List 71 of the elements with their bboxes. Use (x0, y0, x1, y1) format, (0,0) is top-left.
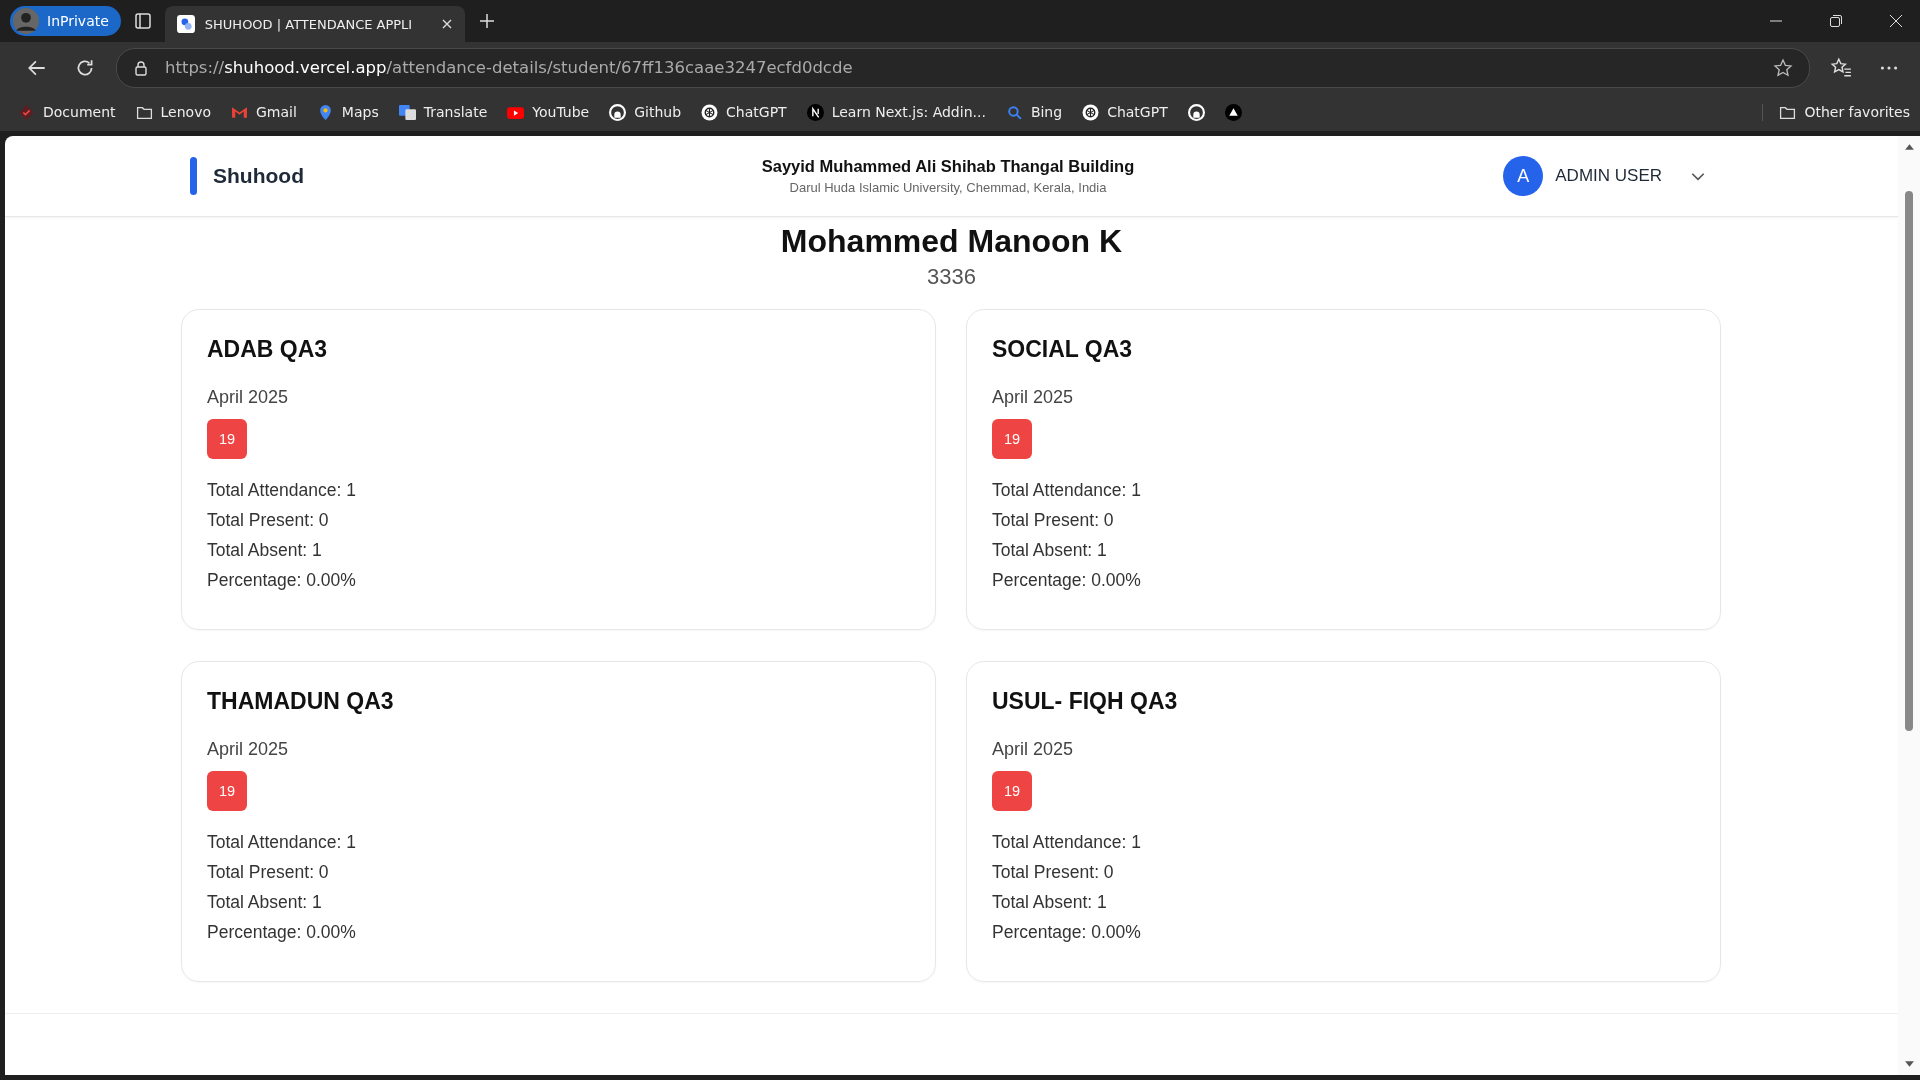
month-label: April 2025 (207, 387, 290, 408)
stat-line: Total Absent: 1 (992, 539, 1108, 562)
stat-line: Percentage: 0.00% (207, 921, 357, 944)
bookmark[interactable]: Learn Next.js: Addin... (806, 103, 986, 121)
bookmark[interactable]: Bing (1005, 103, 1063, 121)
bookmark[interactable]: Github (609, 103, 682, 121)
profile-button[interactable]: InPrivate (10, 6, 121, 36)
scroll-down-icon[interactable] (1903, 1058, 1915, 1069)
address-field[interactable]: https://shuhood.vercel.app/attendance-details/student/67ff136caae3247ecfd0dcde (116, 47, 1810, 88)
stat-line: Total Absent: 1 (992, 891, 1108, 914)
search-icon (1005, 103, 1023, 121)
stat-line: Total Attendance: 1 (992, 479, 1142, 502)
building-name: Sayyid Muhammed Ali Shihab Thangal Building (760, 157, 1136, 176)
stat-line: Total Present: 0 (207, 861, 330, 884)
n-logo-icon (806, 103, 824, 121)
bookmark[interactable]: Gmail (231, 103, 297, 121)
building-address: Darul Huda Islamic University, Chemmad, Kerala, India (788, 180, 1108, 195)
month-label: April 2025 (992, 739, 1075, 760)
day-badge: 19 (992, 419, 1032, 459)
stat-line: Total Present: 0 (992, 509, 1115, 532)
tab-title: SHUHOOD | ATTENDANCE APPLI (204, 16, 414, 32)
brand-name: Shuhood (213, 164, 304, 188)
bookmark[interactable]: Maps (316, 103, 379, 121)
bookmark[interactable]: ChatGPT (1082, 103, 1168, 121)
stat-line: Total Present: 0 (207, 509, 330, 532)
site-logo-icon (176, 15, 195, 33)
bookmark[interactable]: YouTube (507, 103, 590, 121)
brand-accent (190, 157, 197, 195)
close-icon[interactable] (1889, 14, 1903, 28)
stat-line: Total Attendance: 1 (992, 831, 1142, 854)
browser-tab[interactable]: SHUHOOD | ATTENDANCE APPLI (164, 6, 465, 42)
bookmark[interactable]: Document (18, 103, 116, 121)
stat-line: Percentage: 0.00% (207, 569, 357, 592)
stat-line: Percentage: 0.00% (992, 921, 1142, 944)
url-text: https://shuhood.vercel.app/attendance-details/student/67ff136caae3247ecfd0dcde (165, 58, 854, 77)
scroll-up-icon[interactable] (1903, 142, 1915, 153)
lock-icon (133, 59, 149, 76)
tab-actions-icon[interactable] (132, 11, 153, 31)
person-icon (13, 8, 39, 34)
day-badge: 19 (992, 771, 1032, 811)
bookmark[interactable]: Lenovo (135, 103, 211, 121)
stat-line: Total Attendance: 1 (207, 831, 357, 854)
close-icon[interactable] (440, 18, 453, 30)
subject-title: SOCIAL QA3 (992, 336, 1134, 363)
stat-line: Total Present: 0 (992, 861, 1115, 884)
translate-icon (398, 103, 416, 121)
month-label: April 2025 (207, 739, 290, 760)
subject-title: USUL- FIQH QA3 (992, 688, 1179, 715)
user-menu[interactable]: A ADMIN USER (1346, 156, 1706, 196)
stat-line: Total Attendance: 1 (207, 479, 357, 502)
stat-line: Total Absent: 1 (207, 539, 323, 562)
day-badge: 19 (207, 771, 247, 811)
student-name: Mohammed Manoon K (779, 223, 1124, 260)
subject-title: THAMADUN QA3 (207, 688, 395, 715)
stat-line: Percentage: 0.00% (992, 569, 1142, 592)
profile-label: InPrivate (47, 13, 109, 29)
subject-title: ADAB QA3 (207, 336, 329, 363)
bookmark[interactable]: ChatGPT (701, 103, 787, 121)
bookmark[interactable]: Other favorites (1762, 103, 1910, 121)
bookmark[interactable] (1224, 103, 1242, 121)
day-badge: 19 (207, 419, 247, 459)
check-icon (18, 103, 35, 121)
star-icon[interactable] (1773, 57, 1793, 78)
bookmark[interactable]: Translate (398, 103, 488, 121)
month-label: April 2025 (992, 387, 1075, 408)
restore-icon[interactable] (1829, 14, 1843, 28)
favorites-icon[interactable] (1830, 56, 1852, 79)
avatar: A (1503, 156, 1544, 196)
stat-line: Total Absent: 1 (207, 891, 323, 914)
scrollbar-thumb[interactable] (1905, 191, 1913, 731)
student-number: 3336 (926, 264, 977, 290)
